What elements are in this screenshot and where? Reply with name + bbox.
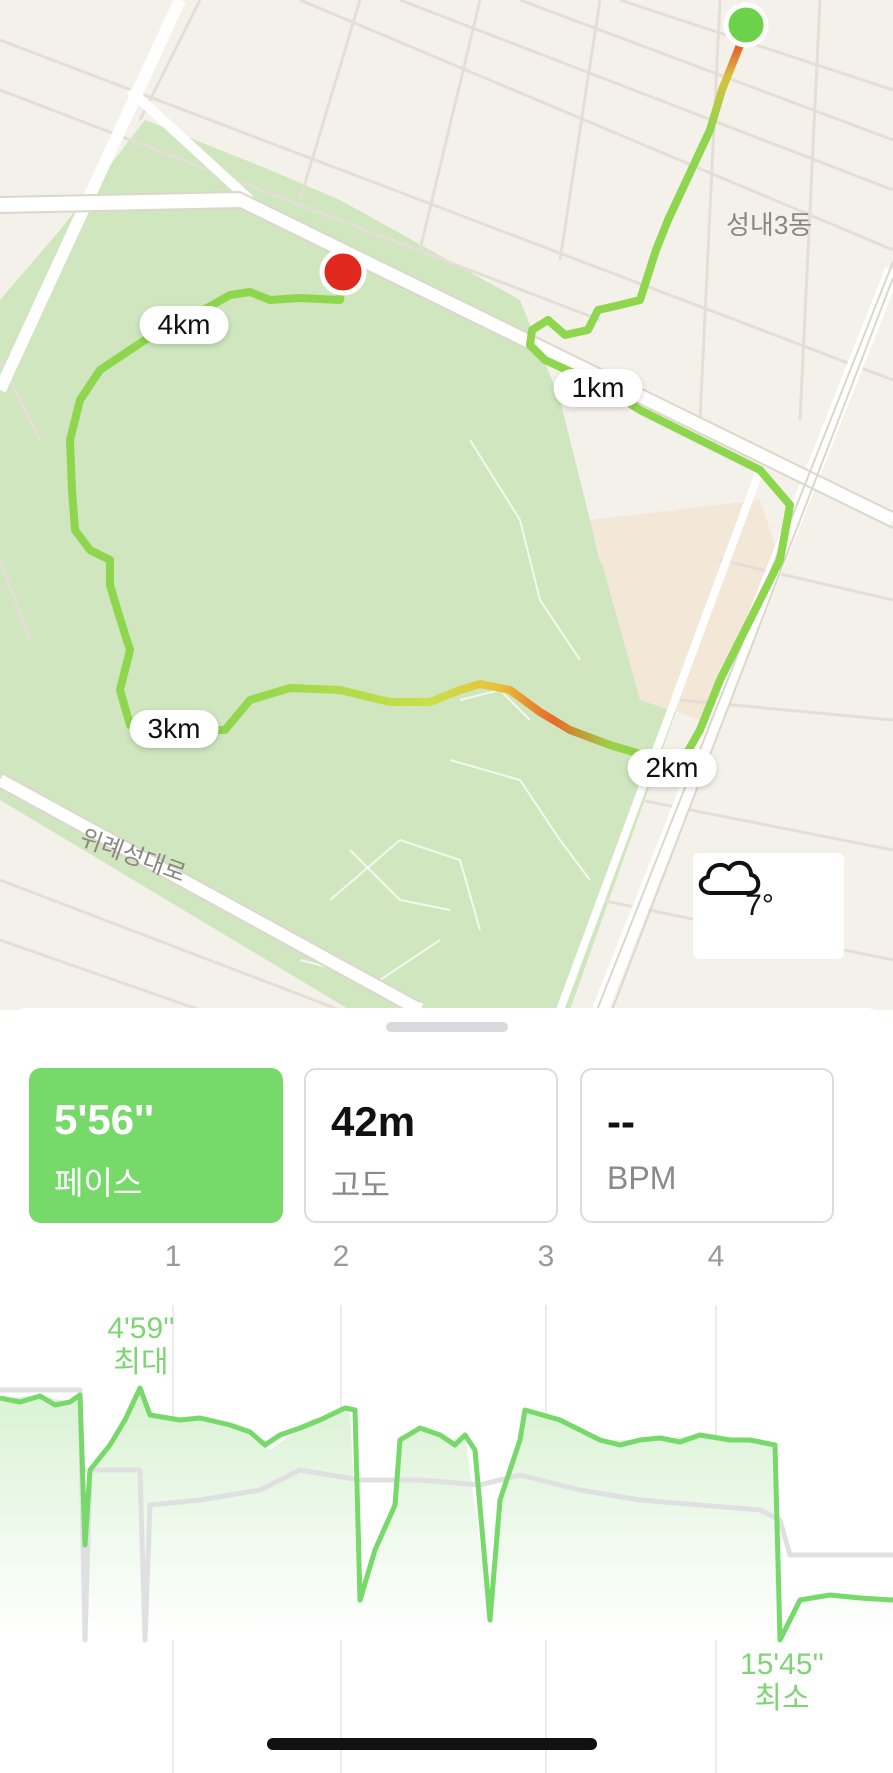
km-marker-2: 2km	[627, 749, 717, 787]
district-label: 성내3동	[726, 210, 813, 240]
km-marker-3: 3km	[129, 710, 219, 748]
elevation-label: 고도	[331, 1167, 390, 1203]
pace-area-fill	[0, 1388, 893, 1640]
start-marker	[723, 2, 769, 48]
km-tick-3: 3	[537, 1240, 555, 1273]
max-pace-annotation: 4'59'' 최대	[107, 1312, 174, 1380]
km-tick-1: 1	[164, 1240, 182, 1273]
km-marker-4: 4km	[139, 306, 229, 344]
min-pace-value: 15'45''	[740, 1648, 824, 1681]
pace-label: 페이스	[54, 1165, 143, 1201]
sheet-grabber[interactable]	[386, 1022, 508, 1032]
max-pace-label: 최대	[113, 1346, 169, 1379]
weather-widget[interactable]: 7°	[693, 853, 844, 959]
elevation-card[interactable]: 42m 고도	[304, 1068, 558, 1223]
km-tick-2: 2	[332, 1240, 350, 1273]
heart-rate-card[interactable]: -- BPM	[580, 1068, 834, 1223]
min-pace-label: 최소	[754, 1682, 810, 1715]
max-pace-value: 4'59''	[107, 1312, 175, 1345]
heart-rate-label: BPM	[607, 1160, 677, 1196]
elevation-value: 42m	[331, 1098, 416, 1145]
route-map[interactable]: 1km 2km 3km 4km 성내3동 위례성대로 7°	[0, 0, 893, 1010]
pace-value: 5'56''	[54, 1096, 155, 1143]
pace-card[interactable]: 5'56'' 페이스	[29, 1068, 283, 1223]
km-tick-4: 4	[707, 1240, 725, 1273]
end-marker	[319, 248, 367, 296]
heart-rate-value: --	[607, 1098, 635, 1145]
km-marker-1: 1km	[553, 369, 643, 407]
home-indicator[interactable]	[267, 1738, 597, 1750]
min-pace-annotation: 15'45'' 최소	[740, 1648, 824, 1716]
